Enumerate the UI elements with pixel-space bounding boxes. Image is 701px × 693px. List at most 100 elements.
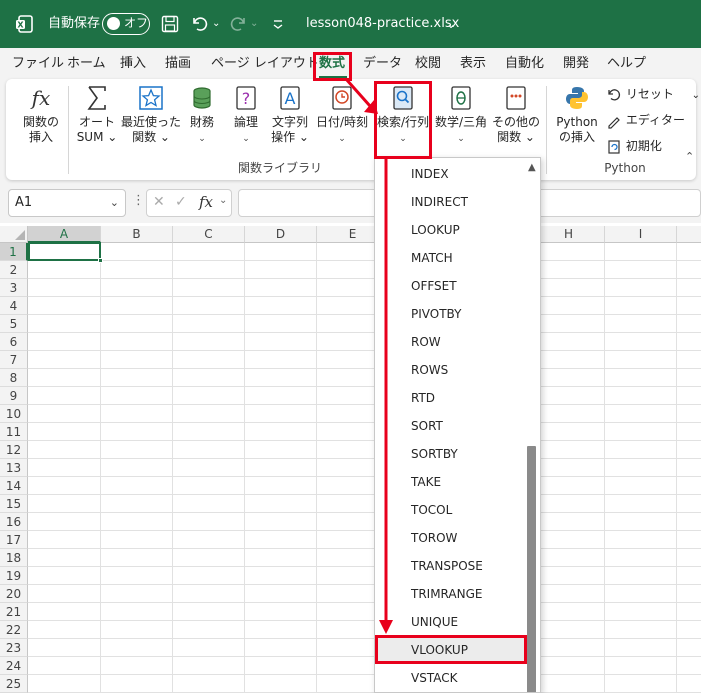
row-header[interactable]: 20	[0, 585, 28, 603]
insert-function-icon[interactable]: fx	[199, 193, 213, 211]
formula-bar-more-icon[interactable]: ⋮	[132, 193, 145, 208]
scroll-up-icon[interactable]: ▲	[528, 162, 536, 173]
row-header[interactable]: 6	[0, 333, 28, 351]
tab-draw[interactable]: 描画	[165, 48, 191, 79]
menu-item-trimrange[interactable]: TRIMRANGE	[375, 580, 525, 608]
tab-page-layout[interactable]: ページ レイアウト	[211, 48, 319, 79]
redo-icon[interactable]	[228, 14, 248, 34]
column-header-a[interactable]: A	[28, 226, 101, 243]
name-box[interactable]: A1 ⌄	[8, 189, 126, 217]
row-header[interactable]: 12	[0, 441, 28, 459]
menu-item-tocol[interactable]: TOCOL	[375, 496, 525, 524]
text-button[interactable]: A 文字列 操作 ⌄	[266, 84, 314, 156]
redo-chevron-icon[interactable]: ⌄	[250, 0, 258, 48]
menu-item-sort[interactable]: SORT	[375, 412, 525, 440]
row-header[interactable]: 17	[0, 531, 28, 549]
reset-chevron-icon[interactable]: ⌄	[692, 90, 700, 101]
customize-toolbar-icon[interactable]	[268, 14, 288, 34]
row-header[interactable]: 16	[0, 513, 28, 531]
row-header[interactable]: 11	[0, 423, 28, 441]
menu-item-transpose[interactable]: TRANSPOSE	[375, 552, 525, 580]
row-header[interactable]: 22	[0, 621, 28, 639]
column-header-h[interactable]: H	[533, 226, 605, 243]
menu-item-index[interactable]: INDEX	[375, 160, 525, 188]
menu-item-indirect[interactable]: INDIRECT	[375, 188, 525, 216]
menu-item-unique[interactable]: UNIQUE	[375, 608, 525, 636]
row-header[interactable]: 23	[0, 639, 28, 657]
column-header-b[interactable]: B	[101, 226, 173, 243]
row-header[interactable]: 4	[0, 297, 28, 315]
math-trig-label-1: 数学/三角	[434, 115, 488, 129]
tab-home[interactable]: ホーム	[67, 48, 106, 79]
row-header[interactable]: 15	[0, 495, 28, 513]
row-header[interactable]: 14	[0, 477, 28, 495]
tab-automate[interactable]: 自動化	[505, 48, 544, 79]
python-editor-button[interactable]: エディター	[606, 110, 685, 130]
save-icon[interactable]	[160, 14, 180, 34]
recently-used-button[interactable]: 最近使った 関数 ⌄	[120, 84, 182, 156]
active-cell-a1[interactable]	[28, 242, 103, 263]
column-header-i[interactable]: I	[605, 226, 677, 243]
menu-item-vstack[interactable]: VSTACK	[375, 664, 525, 692]
menu-item-rtd[interactable]: RTD	[375, 384, 525, 412]
undo-chevron-icon[interactable]: ⌄	[212, 0, 220, 48]
column-header-partial[interactable]	[677, 226, 701, 243]
fx-chevron-icon[interactable]: ⌄	[219, 195, 227, 206]
autosave-toggle[interactable]: オフ	[102, 13, 150, 35]
undo-icon[interactable]	[190, 14, 210, 34]
row-header[interactable]: 8	[0, 369, 28, 387]
collapse-ribbon-icon[interactable]: ⌃	[685, 150, 694, 163]
row-header[interactable]: 19	[0, 567, 28, 585]
row-header[interactable]: 5	[0, 315, 28, 333]
filename-chevron-icon[interactable]: ⌄	[446, 0, 456, 48]
row-header[interactable]: 21	[0, 603, 28, 621]
tab-help[interactable]: ヘルプ	[607, 48, 646, 79]
insert-python-button[interactable]: Python の挿入	[553, 84, 601, 156]
row-header[interactable]: 1	[0, 243, 28, 261]
select-all-corner[interactable]	[0, 226, 28, 243]
row-header[interactable]: 18	[0, 549, 28, 567]
python-reset-button[interactable]: リセット ⌄	[606, 84, 700, 104]
menu-item-pivotby[interactable]: PIVOTBY	[375, 300, 525, 328]
row-header[interactable]: 25	[0, 675, 28, 693]
logical-button[interactable]: ? 論理 ⌄	[226, 84, 266, 156]
menu-item-take[interactable]: TAKE	[375, 468, 525, 496]
menu-item-lookup[interactable]: LOOKUP	[375, 216, 525, 244]
autosum-label-1: オート	[78, 115, 115, 129]
menu-scroll-thumb[interactable]	[527, 446, 536, 692]
menu-item-torow[interactable]: TOROW	[375, 524, 525, 552]
menu-item-row[interactable]: ROW	[375, 328, 525, 356]
worksheet-grid[interactable]: A B C D E F G H I 1234567891011121314151…	[0, 226, 701, 693]
file-name[interactable]: lesson048-practice.xlsx	[306, 0, 459, 48]
name-box-chevron-icon[interactable]: ⌄	[110, 190, 119, 216]
tab-file[interactable]: ファイル	[12, 48, 64, 79]
row-header[interactable]: 3	[0, 279, 28, 297]
row-header[interactable]: 10	[0, 405, 28, 423]
date-time-button[interactable]: 日付/時刻 ⌄	[312, 84, 372, 156]
cancel-entry-icon[interactable]: ✕	[153, 194, 165, 210]
fill-handle[interactable]	[98, 258, 103, 263]
menu-item-match[interactable]: MATCH	[375, 244, 525, 272]
autosum-button[interactable]: オート SUM ⌄	[72, 84, 122, 156]
row-header[interactable]: 2	[0, 261, 28, 279]
row-header[interactable]: 13	[0, 459, 28, 477]
tab-review[interactable]: 校閲	[415, 48, 441, 79]
python-initialize-button[interactable]: 初期化	[606, 136, 662, 156]
confirm-entry-icon[interactable]: ✓	[175, 194, 187, 210]
more-functions-button[interactable]: その他の 関数 ⌄	[490, 84, 542, 156]
math-trig-button[interactable]: 数学/三角 ⌄	[432, 84, 490, 156]
column-header-c[interactable]: C	[173, 226, 245, 243]
tab-developer[interactable]: 開発	[563, 48, 589, 79]
row-header[interactable]: 9	[0, 387, 28, 405]
row-header[interactable]: 7	[0, 351, 28, 369]
tab-view[interactable]: 表示	[460, 48, 486, 79]
insert-function-button[interactable]: fx 関数の 挿入	[16, 84, 66, 156]
menu-item-sortby[interactable]: SORTBY	[375, 440, 525, 468]
tab-data[interactable]: データ	[363, 48, 402, 79]
financial-button[interactable]: 財務 ⌄	[182, 84, 222, 156]
menu-item-offset[interactable]: OFFSET	[375, 272, 525, 300]
menu-item-rows[interactable]: ROWS	[375, 356, 525, 384]
row-header[interactable]: 24	[0, 657, 28, 675]
tab-insert[interactable]: 挿入	[120, 48, 146, 79]
column-header-d[interactable]: D	[245, 226, 317, 243]
